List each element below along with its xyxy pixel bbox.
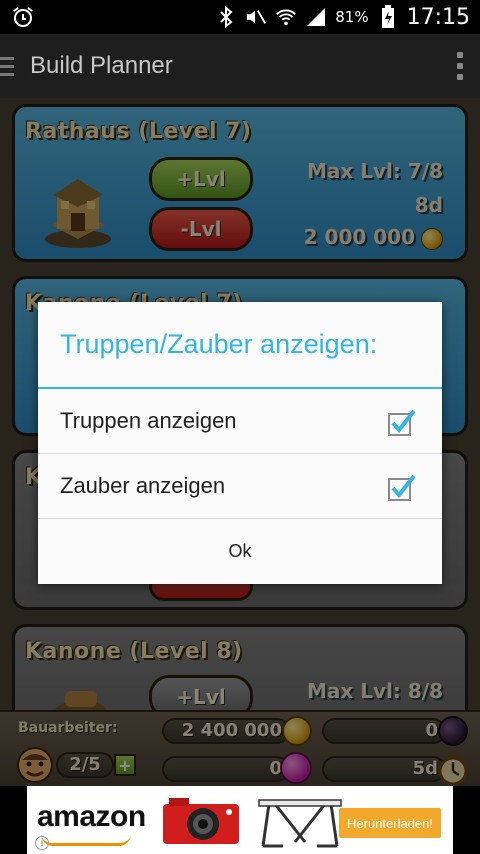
desk-product-icon [258, 799, 342, 848]
ad-info-icon[interactable]: i [35, 836, 49, 850]
ad-brand: amazon [37, 800, 146, 833]
option-show-troops[interactable]: Truppen anzeigen [38, 389, 442, 454]
amazon-smile-icon [41, 834, 131, 846]
download-button[interactable]: Herunterladen! [339, 808, 441, 838]
ad-content[interactable]: amazon Herunterladen! i [27, 786, 453, 854]
battery-percent: 81% [335, 8, 369, 26]
troops-checkbox[interactable] [388, 409, 416, 436]
checkbox-checked-icon [388, 474, 416, 501]
wifi-icon [275, 6, 297, 28]
camera-product-icon [163, 798, 239, 844]
spells-checkbox[interactable] [388, 474, 416, 501]
signal-icon [305, 6, 327, 28]
bluetooth-icon [215, 6, 237, 28]
show-troops-spells-dialog: Truppen/Zauber anzeigen: Truppen anzeige… [38, 302, 442, 584]
battery-icon [377, 5, 399, 28]
alarm-icon [10, 4, 36, 30]
overflow-menu-icon[interactable] [440, 34, 480, 98]
clock: 17:15 [406, 4, 470, 30]
ad-banner: amazon Herunterladen! i [0, 786, 480, 854]
action-bar: Build Planner [0, 34, 480, 98]
drawer-icon[interactable] [0, 34, 22, 98]
status-bar: 81% 17:15 [0, 0, 480, 34]
option-label: Truppen anzeigen [60, 408, 237, 433]
dialog-title: Truppen/Zauber anzeigen: [38, 302, 442, 389]
mute-icon [245, 6, 267, 28]
checkbox-checked-icon [388, 409, 416, 436]
option-show-spells[interactable]: Zauber anzeigen [38, 454, 442, 519]
app-title: Build Planner [30, 52, 173, 79]
option-label: Zauber anzeigen [60, 473, 226, 498]
ok-button[interactable]: Ok [38, 519, 442, 583]
